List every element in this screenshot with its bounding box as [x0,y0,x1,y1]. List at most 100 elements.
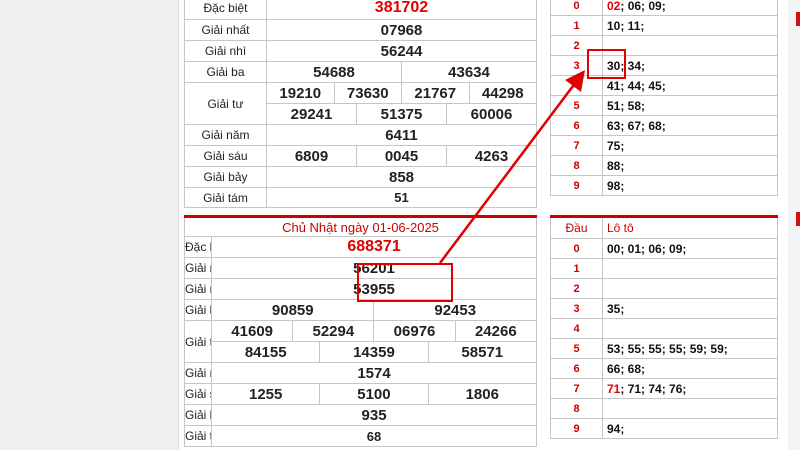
prize-value: 58571 [427,341,538,363]
loto-cell: 35; [602,298,778,319]
dau-cell: 8 [550,155,603,176]
loto-values: 66; 68; [607,361,646,376]
prize-label: Giải tám [184,187,267,208]
prize-label: Đặc biệt [184,0,267,20]
right-accent-mark [796,212,800,226]
prize-value: 06976 [373,320,456,342]
loto-cell: 00; 01; 06; 09; [602,238,778,259]
dau-cell: 3 [550,298,603,319]
prize-value: 56244 [266,40,537,62]
loto-values: 75; [607,138,625,153]
prize-value: 44298 [468,82,537,104]
loto-cell: 66; 68; [602,358,778,379]
dau-cell: 0 [550,0,603,16]
dau-cell: 1 [550,15,603,36]
loto-cell: 53; 55; 55; 55; 59; 59; [602,338,778,359]
prize-value: 19210 [266,82,335,104]
prize-value: 1806 [427,383,538,405]
row-fifth: Giải năm 1574 [183,362,537,384]
loto-cell: 10; 11; [602,15,778,36]
dau-cell: 9 [550,418,603,439]
prize-label: Giải nhất [184,19,267,41]
prize-value: 84155 [211,341,321,363]
row-third: Giải ba 54688 43634 [184,61,537,83]
special-prize-value: 381702 [266,0,537,20]
row-fourth-a: Giải tư 41609 52294 06976 24266 [183,320,538,363]
row-second: Giải nhì 56244 [184,40,537,62]
loto-header: Lô tô [602,215,778,239]
row-first: Giải nhất 07968 [184,19,537,41]
loto-highlight: 02 [607,0,621,13]
prize-label: Giải ba [183,299,213,321]
loto-cell: 75; [602,135,778,156]
loto-values: 94; [607,421,625,436]
dau-cell: 5 [550,338,603,359]
loto-cell: 41; 44; 45; [602,75,778,96]
prize-label: Giải sáu [184,145,267,167]
loto-values: 41; 44; 45; [607,78,666,93]
loto-values: 63; 67; 68; [607,118,666,133]
dau-cell: 7 [550,135,603,156]
results-title-row: Chủ Nhật ngày 01-06-2025 [184,215,537,237]
prize-value: 41609 [211,320,294,342]
row-special: Đặc biệt 381702 [184,0,537,20]
row-seventh: Giải bảy 858 [184,166,537,188]
row-eighth: Giải tám 68 [183,425,537,447]
prize-value: 51375 [356,103,447,125]
highlight-box-prizes [357,263,453,302]
row-sixth: Giải sáu 1255 5100 1806 [183,383,538,405]
prize-value: 52294 [292,320,375,342]
row-eighth: Giải tám 51 [184,187,537,208]
prize-value: 24266 [454,320,538,342]
loto-values: 53; 55; 55; 55; 59; 59; [607,341,728,356]
draw-date-title[interactable]: Chủ Nhật ngày 01-06-2025 [184,215,537,237]
loto-header-row: Đầu Lô tô [550,215,778,239]
prize-value: 14359 [319,341,429,363]
prize-value: 935 [211,404,537,426]
prize-value: 6411 [266,124,537,146]
prize-value: 858 [266,166,537,188]
prize-label: Giải tư [183,320,213,363]
dau-cell: 6 [550,115,603,136]
loto-cell: 94; [602,418,778,439]
row-fourth-b: 84155 14359 58571 [185,341,538,363]
prize-value: 60006 [446,103,537,125]
prize-value: 51 [266,187,537,208]
loto-cell: 63; 67; 68; [602,115,778,136]
prize-label: Giải nhì [184,40,267,62]
loto-values: 98; [607,178,625,193]
special-prize-value: 688371 [211,236,537,258]
row-third: Giải ba 90859 92453 [183,299,537,321]
dau-cell: 8 [550,398,603,419]
row-fourth-a: Giải tư 19210 73630 21767 44298 [184,82,537,125]
loto-values: 88; [607,158,625,173]
dau-cell: 5 [550,95,603,116]
dau-cell: 9 [550,175,603,196]
right-accent-mark [796,12,800,26]
prize-value: 73630 [333,82,402,104]
prize-value: 29241 [266,103,357,125]
row-sixth: Giải sáu 6809 0045 4263 [184,145,537,167]
loto-cell: 71; 71; 74; 76; [602,378,778,399]
highlight-box-loto [587,49,626,79]
prize-label: Giải nhất [183,257,213,279]
loto-cell: 98; [602,175,778,196]
prize-value: 6809 [266,145,357,167]
loto-cell: 02; 06; 09; [602,0,778,16]
loto-cell: 51; 58; [602,95,778,116]
loto-table-bottom: Đầu Lô tô 0 00; 01; 06; 09; 1 2 3 35; 4 55… [550,215,778,439]
dau-header: Đầu [550,215,603,239]
loto-cell [602,318,778,339]
loto-values: ; 06; 09; [620,0,666,13]
loto-cell [602,398,778,419]
prize-value: 54688 [266,61,402,83]
prize-label: Giải bảy [183,404,213,426]
results-table-top: Đặc biệt 381702 Giải nhất 07968 Giải nhì… [184,0,537,208]
results-table-bottom: Chủ Nhật ngày 01-06-2025 Đặc biệt 688371… [183,215,538,447]
prize-value: 68 [211,425,537,447]
left-gutter [0,0,178,450]
prize-value: 1574 [211,362,537,384]
loto-cell: 30; 34; [602,55,778,76]
row-seventh: Giải bảy 935 [183,404,537,426]
prize-value: 07968 [266,19,537,41]
